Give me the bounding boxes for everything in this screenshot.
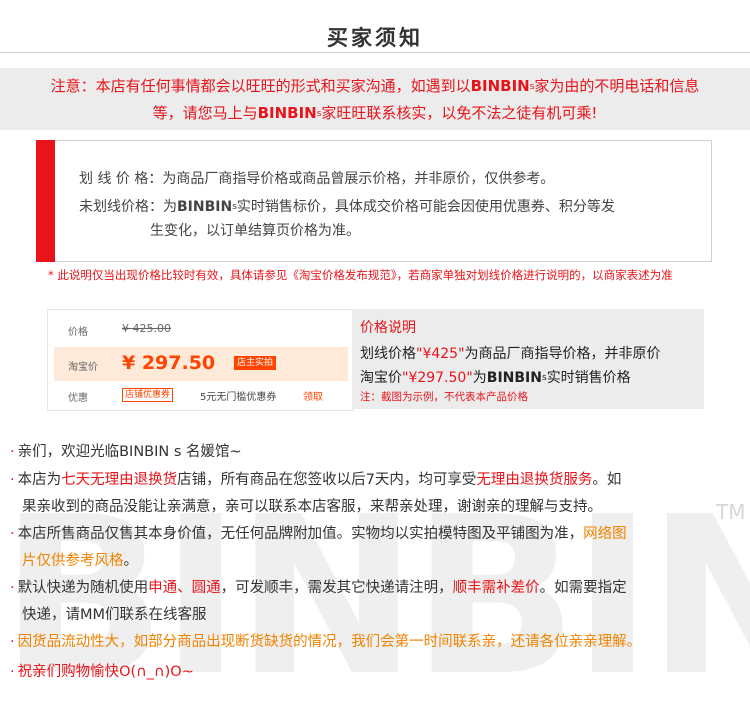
explanation-text: 为: [472, 370, 487, 386]
policy-text: 本店为: [17, 472, 62, 488]
strike-price-explanation: 划线价格"¥425"为商品厂商指导价格，并非原价: [360, 343, 661, 363]
notice-line-2: 等，请您马上与BINBINs家旺旺联系核实，以免不法之徒有机可乘!: [0, 100, 750, 127]
page-title: 买家须知: [327, 26, 423, 50]
price-example: 价格 ¥ 425.00 淘宝价 ¥ 297.50 店主实拍 优惠 店铺优惠券 5…: [47, 309, 704, 411]
sale-price-definition: 未划线价格：为BINBINs实时销售标价，具体成交价格可能会因使用优惠券、积分等…: [79, 195, 615, 219]
taobao-price-explanation: 淘宝价"¥297.50"为BINBINs实时销售价格: [360, 367, 631, 387]
explanation-text: 淘宝价: [360, 370, 402, 386]
example-screenshot: 价格 ¥ 425.00 淘宝价 ¥ 297.50 店主实拍 优惠 店铺优惠券 5…: [47, 309, 354, 411]
price-footnote: * 此说明仅当出现价格比较时有效，具体请参见《淘宝价格发布规范》，若商家单独对划…: [48, 268, 673, 282]
notice-text: 注意：本店有任何事情都会以旺旺的形式和买家沟通，如遇到以: [50, 77, 471, 95]
strike-price-definition: 划 线 价 格：为商品厂商指导价格或商品曾展示价格，并非原价，仅供参考。: [79, 171, 555, 187]
explanation-text: 划线价格: [360, 346, 416, 362]
welcome-line: · 亲们，欢迎光临BINBIN s 名媛馆~: [10, 440, 242, 464]
policy-text: 。如需要指定: [539, 580, 627, 596]
policy-text: 祝亲们购物愉快O(∩_∩)O~: [17, 664, 194, 680]
policy-text: ，可发顺丰，需发其它快递请注明，: [220, 580, 453, 596]
explanation-value: "¥297.50": [402, 370, 473, 386]
policy-text: 默认快递为随机使用: [17, 580, 149, 596]
definition-text: 未划线价格：为: [79, 199, 177, 215]
claim-coupon-link[interactable]: 领取: [303, 388, 323, 403]
policy-text: 本店所售商品仅售其本身价值，无任何品牌附加值。实物均以实拍模特图及平铺图为准，: [17, 526, 584, 542]
policy-text: 。如: [592, 472, 622, 488]
closing-wish-line: · 祝亲们购物愉快O(∩_∩)O~: [10, 660, 194, 684]
red-accent-bar: [36, 140, 55, 262]
notice-line-1: 注意：本店有任何事情都会以旺旺的形式和买家沟通，如遇到以BINBINs家为由的不…: [0, 73, 750, 100]
policy-text: 因货品流动性大，如部分商品出现断货缺货的情况，我们会第一时间联系亲，还请各位亲亲…: [17, 634, 642, 650]
notice-text: 家旺旺联系核实，以免不法之徒有机可乘!: [321, 104, 598, 122]
brand-name: BINBIN: [486, 370, 542, 386]
policy-highlight: 顺丰需补差价: [452, 580, 540, 596]
notice-banner: 注意：本店有任何事情都会以旺旺的形式和买家沟通，如遇到以BINBINs家为由的不…: [0, 68, 750, 130]
policy-highlight: 网络图: [583, 526, 627, 542]
product-value-cont: 片仅供参考风格。: [22, 549, 138, 573]
brand-name: BINBIN: [177, 199, 233, 215]
brand-name: BINBIN: [470, 77, 530, 95]
policy-highlight: 申通、圆通: [148, 580, 221, 596]
buyer-notice-page: BINBINs TM 买家须知 注意：本店有任何事情都会以旺旺的形式和买家沟通，…: [0, 0, 750, 716]
return-policy-cont: 果亲收到的商品没能让亲满意，亲可以联系本店客服，来帮亲处理，谢谢亲的理解与支持。: [22, 499, 602, 515]
shipping-cont: 快递，请MM们联系在线客服: [22, 607, 207, 623]
policy-text: 。: [123, 553, 139, 569]
bullet-dot: ·: [10, 526, 15, 542]
title-divider: [0, 52, 750, 53]
stock-notice-line: · 因货品流动性大，如部分商品出现断货缺货的情况，我们会第一时间联系亲，还请各位亲…: [10, 630, 641, 654]
policy-text: 店铺，所有商品在您签收以后7天内，均可享受: [177, 472, 477, 488]
taobao-price-label: 淘宝价: [68, 362, 98, 373]
discount-row: 优惠 店铺优惠券 5元无门槛优惠券 领取: [48, 384, 343, 406]
price-label: 价格: [68, 327, 88, 338]
example-disclaimer: 注：截图为示例，不代表本产品价格: [360, 391, 528, 403]
policy-highlight: 无理由退换货服务: [476, 472, 593, 488]
bullet-dot: ·: [10, 664, 15, 680]
price-definition-box: 划 线 价 格：为商品厂商指导价格或商品曾展示价格，并非原价，仅供参考。 未划线…: [36, 140, 712, 262]
sale-price-definition-cont: 生变化，以订单结算页价格为准。: [150, 223, 360, 239]
price-explanation: 价格说明 划线价格"¥425"为商品厂商指导价格，并非原价 淘宝价"¥297.5…: [352, 309, 704, 409]
taobao-price: ¥ 297.50: [122, 352, 216, 374]
notice-text: 等，请您马上与: [152, 104, 258, 122]
coupon-tag: 店铺优惠券: [122, 388, 174, 402]
coupon-text: 5元无门槛优惠券: [200, 392, 277, 403]
explanation-value: "¥425": [416, 346, 465, 362]
policy-highlight: 片仅供参考风格: [22, 553, 124, 569]
watermark-trademark: TM: [716, 500, 746, 524]
notice-text: 家为由的不明电话和信息: [534, 77, 700, 95]
taobao-price-row: 淘宝价 ¥ 297.50 店主实拍: [54, 347, 348, 381]
brand-name: BINBIN: [257, 104, 317, 122]
policy-text: 亲们，欢迎光临BINBIN s 名媛馆~: [17, 444, 242, 460]
strike-price: ¥ 425.00: [122, 322, 171, 335]
price-explanation-heading: 价格说明: [360, 320, 416, 336]
bullet-dot: ·: [10, 580, 15, 596]
discount-label: 优惠: [68, 393, 88, 404]
bullet-dot: ·: [10, 444, 15, 460]
policy-highlight: 七天无理由退换货: [61, 472, 178, 488]
return-policy-line: · 本店为七天无理由退换货店铺，所有商品在您签收以后7天内，均可享受无理由退换货服…: [10, 468, 621, 492]
bullet-dot: ·: [10, 472, 15, 488]
product-value-line: · 本店所售商品仅售其本身价值，无任何品牌附加值。实物均以实拍模特图及平铺图为准，…: [10, 522, 627, 546]
explanation-text: 实时销售价格: [546, 370, 631, 386]
bullet-dot: ·: [10, 634, 15, 650]
explanation-text: 为商品厂商指导价格，并非原价: [464, 346, 661, 362]
strike-price-row: 价格 ¥ 425.00: [48, 318, 343, 342]
shipping-line: · 默认快递为随机使用申通、圆通，可发顺丰，需发其它快递请注明，顺丰需补差价。如需…: [10, 576, 627, 600]
sale-tag: 店主实拍: [234, 356, 277, 370]
definition-text: 实时销售标价，具体成交价格可能会因使用优惠券、积分等发: [236, 199, 615, 215]
